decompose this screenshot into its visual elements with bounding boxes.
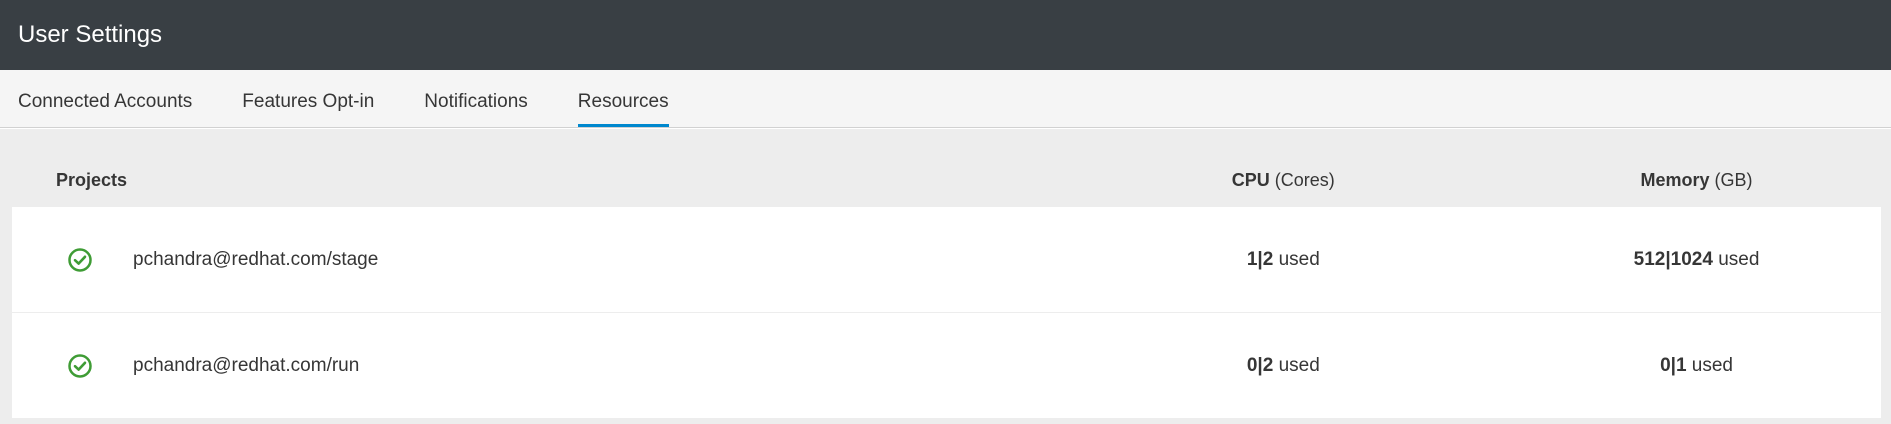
cpu-usage: 0|2 used [1246,354,1320,376]
project-name: pchandra@redhat.com/stage [133,248,379,270]
tab-connected-accounts[interactable]: Connected Accounts [18,91,192,127]
column-header-cpu: CPU (Cores) [1231,169,1335,190]
project-cell: pchandra@redhat.com/stage [12,247,1055,273]
tab-notifications[interactable]: Notifications [424,91,528,127]
check-circle-icon [67,247,93,273]
column-header-memory: Memory (GB) [1640,169,1753,190]
resources-panel: Projects CPU (Cores) Memory (GB) pchandr… [0,129,1891,424]
check-circle-icon [67,353,93,379]
table-row: pchandra@redhat.com/run 0|2 used 0|1 use… [12,313,1881,418]
cpu-usage: 1|2 used [1246,248,1320,270]
column-header-projects: Projects [56,169,128,190]
table-header: Projects CPU (Cores) Memory (GB) [12,129,1881,207]
table-body: pchandra@redhat.com/stage 1|2 used 512|1… [12,207,1881,418]
memory-usage: 512|1024 used [1633,248,1760,270]
project-cell: pchandra@redhat.com/run [12,353,1055,379]
tab-resources[interactable]: Resources [577,91,669,127]
page-title: User Settings [18,21,163,48]
page-header: User Settings [0,0,1891,70]
tab-features-opt-in[interactable]: Features Opt-in [242,91,374,127]
table-row: pchandra@redhat.com/stage 1|2 used 512|1… [12,207,1881,313]
memory-usage: 0|1 used [1660,354,1733,376]
project-name: pchandra@redhat.com/run [133,354,360,376]
settings-tabs: Connected Accounts Features Opt-in Notif… [0,70,1891,128]
